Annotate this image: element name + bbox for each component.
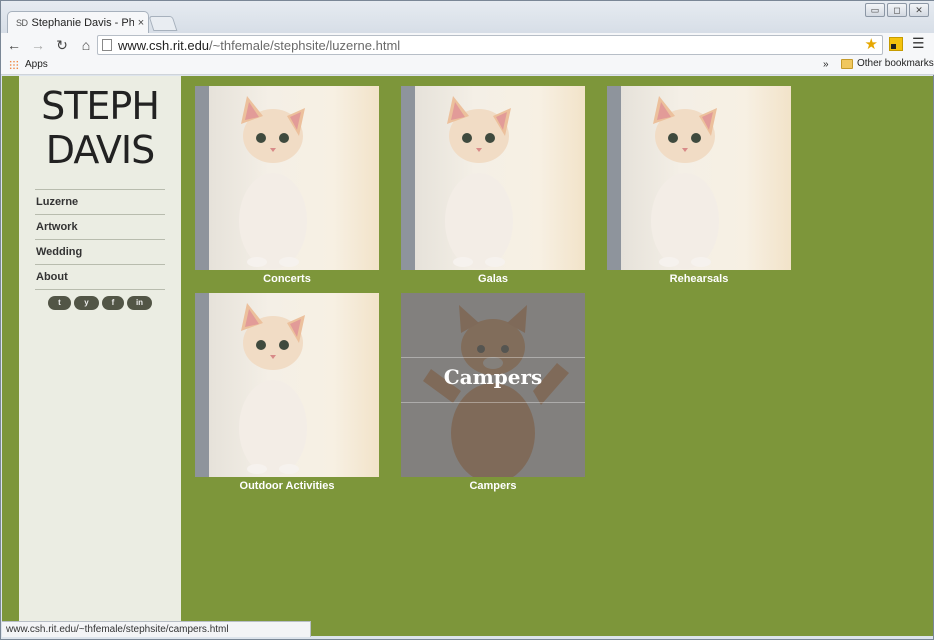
sidebar: STEPH DAVIS Luzerne Artwork Wedding Abou…: [19, 76, 181, 636]
gallery-tile-galas[interactable]: Galas: [401, 86, 585, 285]
minimize-button[interactable]: ▭: [865, 3, 885, 17]
facebook-icon[interactable]: f: [102, 296, 124, 310]
reload-icon[interactable]: ↻: [51, 35, 73, 55]
address-host: www.csh.rit.edu: [118, 37, 210, 53]
new-tab-button[interactable]: [148, 16, 178, 31]
bookmark-star-icon[interactable]: ★: [865, 36, 878, 54]
apps-label: Apps: [25, 59, 48, 70]
nav-item-wedding[interactable]: Wedding: [35, 239, 165, 264]
tab-close-icon[interactable]: ×: [134, 17, 148, 29]
home-icon[interactable]: ⌂: [75, 35, 97, 55]
gallery-tile-concerts[interactable]: Concerts: [195, 86, 379, 285]
other-bookmarks-folder[interactable]: Other bookmarks: [841, 58, 934, 69]
nav-item-about[interactable]: About: [35, 264, 165, 289]
bookmarks-bar: Apps » Other bookmarks: [1, 57, 934, 75]
site-logo[interactable]: STEPH DAVIS: [19, 84, 181, 172]
page-icon: [102, 39, 112, 51]
apps-grid-icon: [9, 59, 19, 70]
site-nav: Luzerne Artwork Wedding About: [35, 189, 165, 290]
logo-line-2: DAVIS: [45, 128, 155, 172]
apps-shortcut[interactable]: Apps: [9, 59, 48, 70]
browser-menu-icon[interactable]: ☰: [912, 35, 925, 52]
kitten-photo[interactable]: [195, 86, 379, 270]
kitten-image: [607, 86, 719, 270]
overlay-title: Campers: [443, 365, 543, 389]
hover-overlay[interactable]: Campers: [401, 293, 585, 477]
bookmarks-overflow-button[interactable]: »: [823, 59, 829, 70]
gallery-tile-outdoor-activities[interactable]: Outdoor Activities: [195, 293, 379, 492]
overlay-rule-top: [401, 357, 585, 358]
back-arrow-icon[interactable]: ←: [3, 35, 25, 55]
browser-toolbar: ← → ↻ ⌂ www.csh.rit.edu /~thfemale/steph…: [1, 33, 934, 57]
orange-cat-photo[interactable]: Campers: [401, 293, 585, 477]
nav-item-luzerne[interactable]: Luzerne: [35, 189, 165, 214]
gallery-caption[interactable]: Outdoor Activities: [195, 480, 379, 492]
gallery-tile-campers[interactable]: Campers Campers: [401, 293, 585, 492]
other-bookmarks-label: Other bookmarks: [857, 58, 934, 69]
address-bar[interactable]: www.csh.rit.edu /~thfemale/stephsite/luz…: [97, 35, 883, 55]
gallery-caption[interactable]: Rehearsals: [607, 273, 791, 285]
kitten-photo[interactable]: [607, 86, 791, 270]
logo-line-1: STEPH: [41, 84, 160, 128]
folder-icon: [841, 58, 853, 69]
kitten-photo[interactable]: [195, 293, 379, 477]
close-window-button[interactable]: ✕: [909, 3, 929, 17]
maximize-button[interactable]: ◻: [887, 3, 907, 17]
status-bar: www.csh.rit.edu/~thfemale/stephsite/camp…: [2, 621, 311, 637]
twitter-icon[interactable]: y: [74, 296, 99, 310]
tab-title: Stephanie Davis - Photogr: [31, 16, 134, 29]
favicon-icon: SD: [16, 17, 28, 28]
linkedin-icon[interactable]: in: [127, 296, 152, 310]
kitten-image: [195, 86, 307, 270]
extension-icon[interactable]: [889, 37, 903, 51]
gallery-tile-rehearsals[interactable]: Rehearsals: [607, 86, 791, 285]
nav-item-artwork[interactable]: Artwork: [35, 214, 165, 239]
web-page: STEPH DAVIS Luzerne Artwork Wedding Abou…: [2, 76, 933, 636]
social-links: t y f in: [48, 296, 152, 310]
browser-window: SD Stephanie Davis - Photogr × ▭ ◻ ✕ ← →…: [0, 0, 934, 640]
forward-arrow-icon[interactable]: →: [27, 35, 49, 55]
tumblr-icon[interactable]: t: [48, 296, 71, 310]
address-path: /~thfemale/stephsite/luzerne.html: [209, 37, 401, 53]
tab-strip: SD Stephanie Davis - Photogr × ▭ ◻ ✕: [1, 1, 934, 33]
window-controls: ▭ ◻ ✕: [865, 3, 929, 17]
gallery-caption[interactable]: Campers: [401, 480, 585, 492]
browser-tab[interactable]: SD Stephanie Davis - Photogr ×: [7, 11, 149, 33]
kitten-photo[interactable]: [401, 86, 585, 270]
kitten-image: [401, 86, 513, 270]
kitten-image: [195, 293, 307, 477]
overlay-rule-bottom: [401, 402, 585, 403]
gallery-caption[interactable]: Concerts: [195, 273, 379, 285]
gallery-caption[interactable]: Galas: [401, 273, 585, 285]
